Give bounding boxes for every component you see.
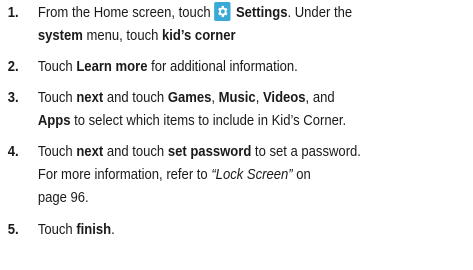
- games-label: Games: [167, 89, 212, 106]
- next-label: next: [76, 89, 104, 106]
- videos-label: Videos: [262, 89, 306, 106]
- step-number: 2.: [7, 58, 19, 75]
- kids-corner-label: kid’s corner: [162, 27, 236, 44]
- step-text: Touch next and touch set password to set…: [37, 143, 361, 206]
- step-text: Touch finish.: [37, 221, 115, 238]
- step-number: 1.: [7, 4, 19, 21]
- system-label: system: [37, 27, 83, 44]
- step-text: Touch Learn more for additional informat…: [37, 58, 298, 75]
- music-label: Music: [218, 89, 256, 106]
- step-number: 4.: [7, 143, 19, 160]
- settings-label: Settings: [235, 4, 288, 21]
- finish-label: finish: [76, 221, 112, 238]
- learn-more-label: Learn more: [76, 58, 148, 75]
- step-text: Touch next and touch Games, Music, Video…: [37, 89, 347, 129]
- settings-gear-icon: [214, 2, 231, 21]
- step-number: 5.: [7, 221, 19, 238]
- apps-label: Apps: [37, 112, 71, 129]
- set-password-label: set password: [167, 143, 252, 160]
- next-label: next: [76, 143, 104, 160]
- step-text: From the Home screen, touch Settings. Un…: [37, 2, 353, 44]
- step-number: 3.: [7, 89, 19, 106]
- lock-screen-reference[interactable]: “Lock Screen”: [211, 166, 292, 183]
